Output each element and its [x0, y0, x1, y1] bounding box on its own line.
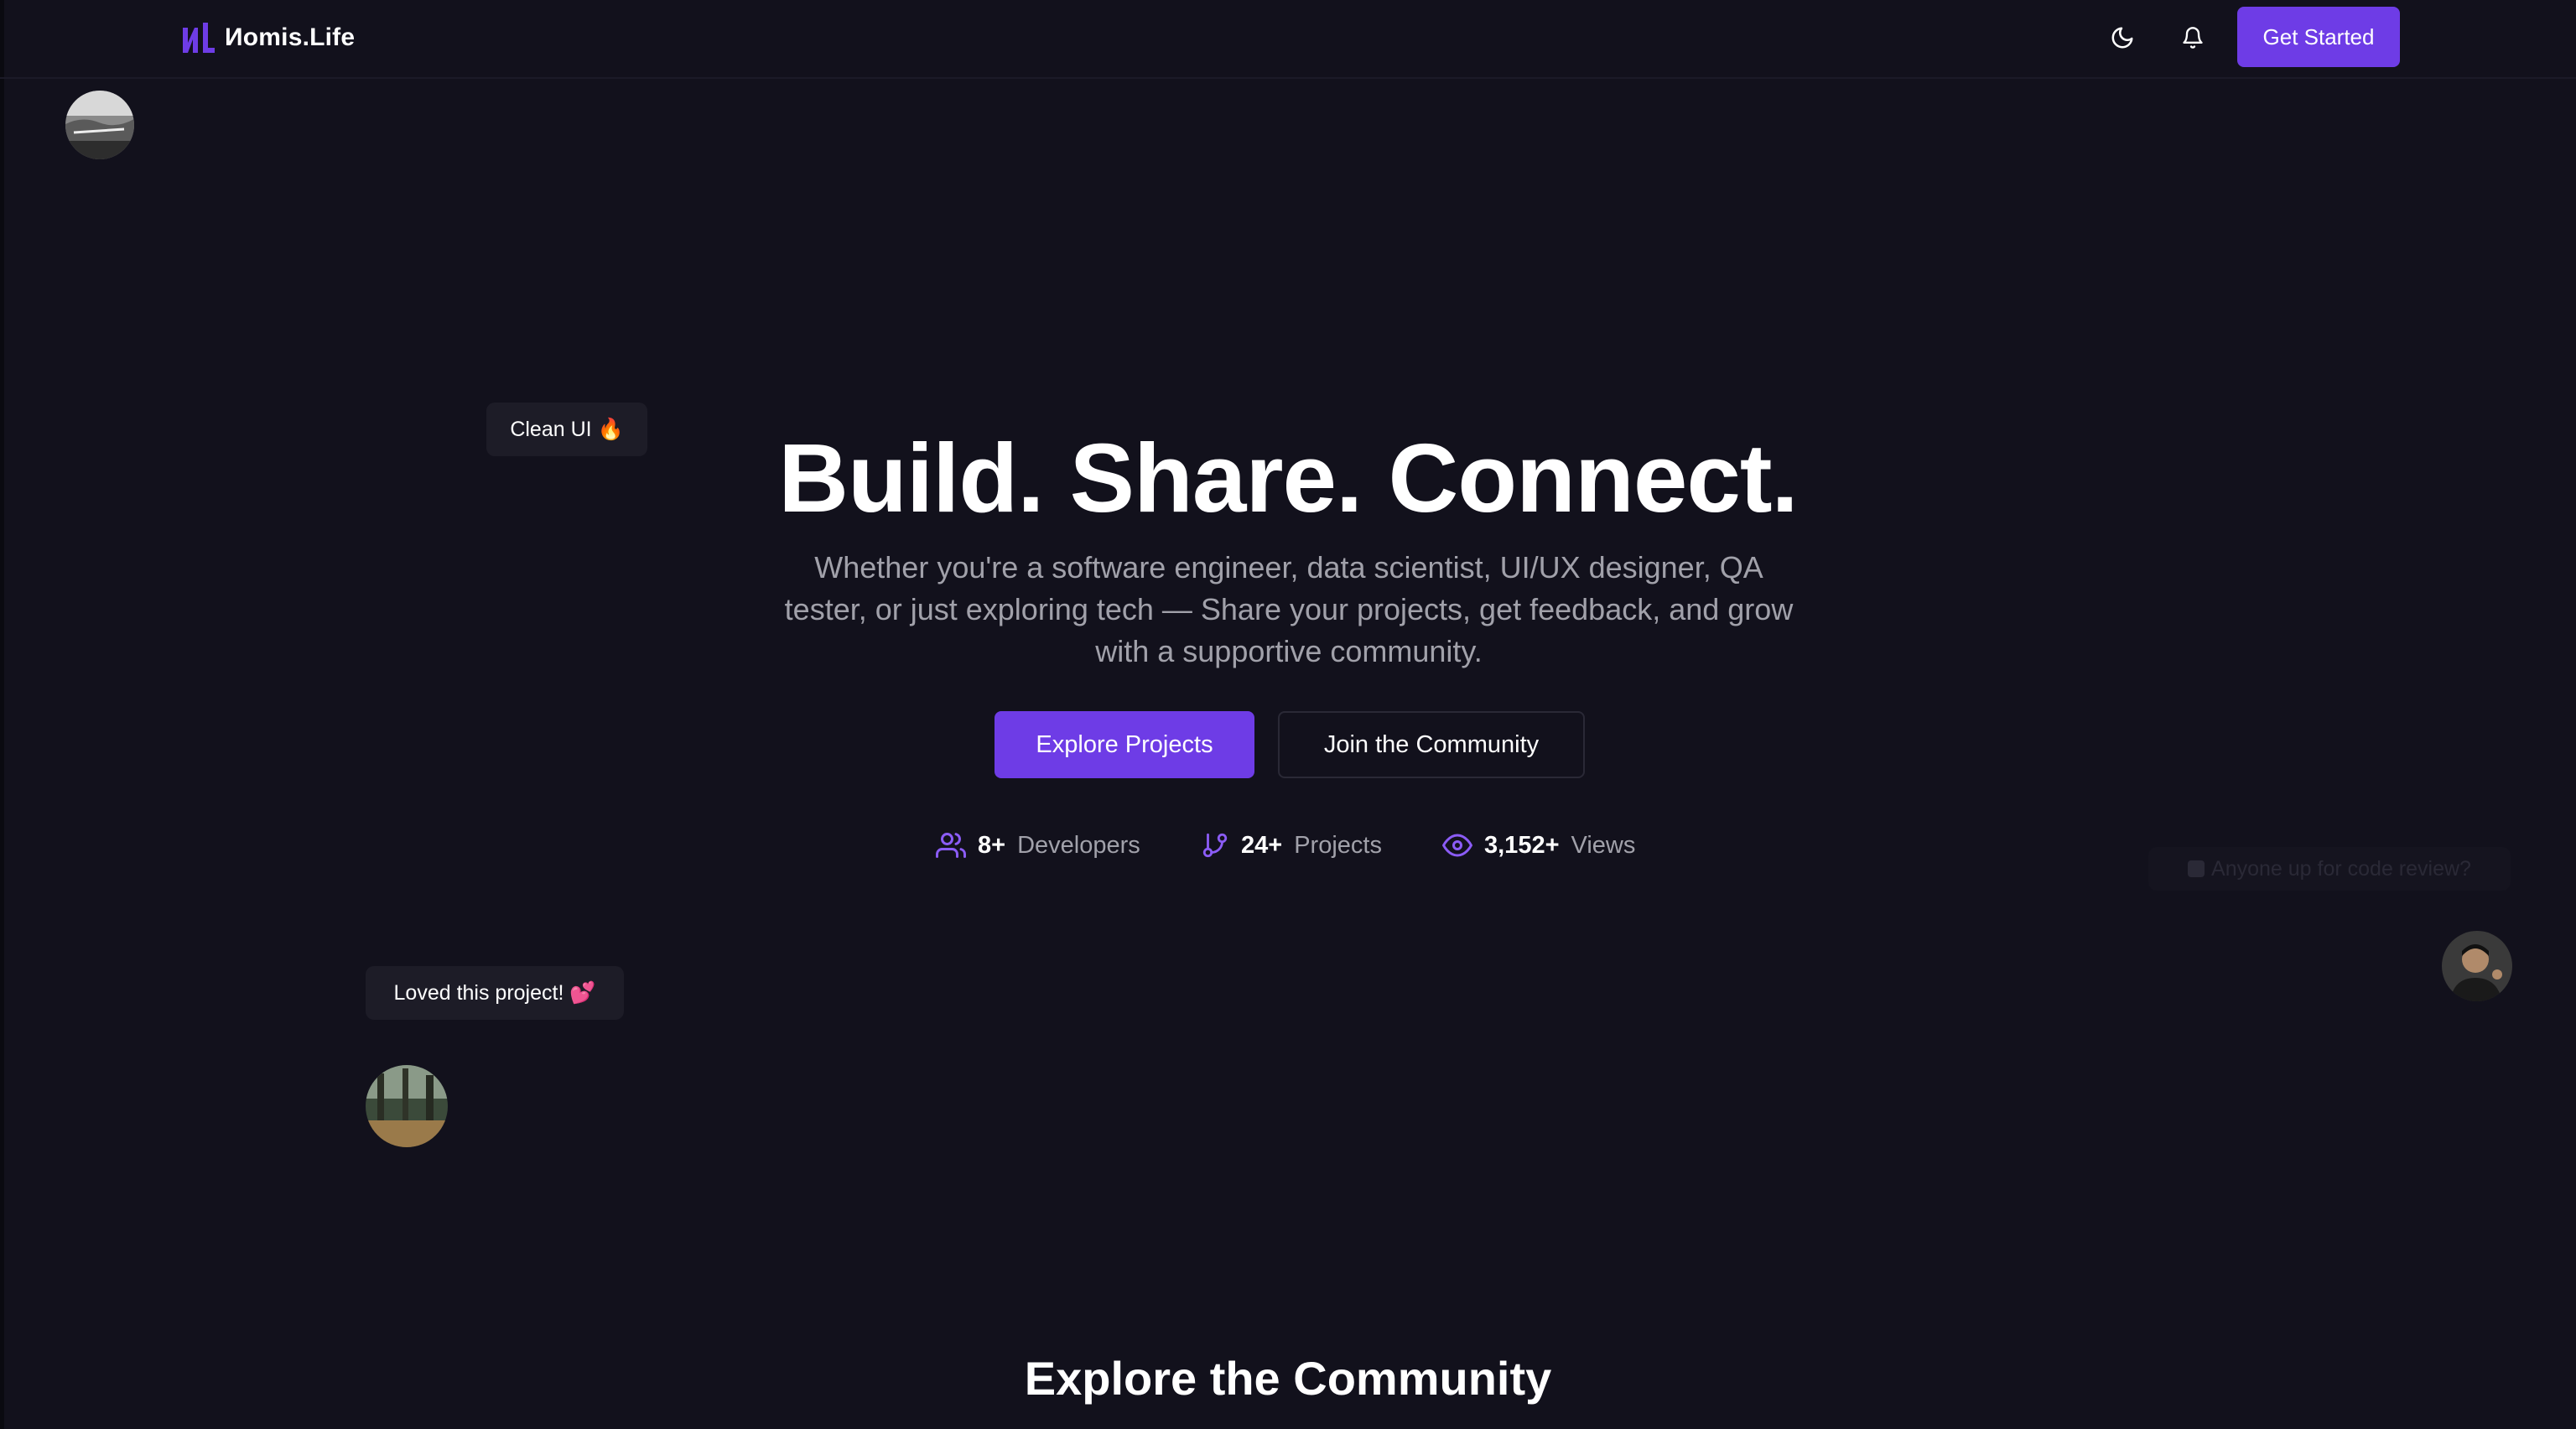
stat-label: Views [1571, 831, 1636, 859]
stat-value: 24+ [1241, 831, 1283, 859]
hero-title: Build. Share. Connect. [778, 424, 1798, 533]
join-community-button[interactable]: Join the Community [1278, 711, 1585, 778]
stat-label: Projects [1294, 831, 1382, 859]
logo-mark-icon [183, 23, 215, 53]
stat-developers: 8+ Developers [936, 827, 1140, 864]
explore-projects-button[interactable]: Explore Projects [995, 711, 1254, 778]
avatar [366, 1065, 448, 1147]
landing-page: Иomis.Life Get Started Clean UI 🔥 Loved … [0, 0, 2576, 1429]
window-edge [0, 0, 4, 1429]
brand-name: Иomis.Life [225, 23, 356, 51]
stat-value: 8+ [978, 831, 1006, 859]
avatar [65, 91, 134, 159]
avatar [2442, 931, 2512, 1001]
eye-icon [1442, 834, 1472, 857]
brand-logo[interactable]: Иomis.Life [179, 17, 355, 59]
get-started-button[interactable]: Get Started [2237, 7, 2400, 67]
notifications-button[interactable] [2175, 20, 2210, 55]
explore-community-heading: Explore the Community [1024, 1352, 1552, 1405]
stat-views: 3,152+ Views [1442, 827, 1635, 864]
git-branch-icon [1202, 833, 1228, 858]
stat-label: Developers [1017, 831, 1140, 859]
stat-projects: 24+ Projects [1201, 827, 1382, 864]
moon-icon [2111, 27, 2133, 49]
chat-bubble: Loved this project! 💕 [366, 966, 624, 1020]
hero-subtitle: Whether you're a software engineer, data… [784, 550, 1794, 668]
theme-toggle-button[interactable] [2105, 20, 2140, 55]
users-icon [936, 833, 966, 858]
bell-icon [2183, 27, 2203, 49]
chat-bubble-text: Anyone up for code review? [2211, 856, 2471, 881]
checkbox-icon [2188, 860, 2205, 877]
chat-bubble-faded: Anyone up for code review? [2148, 847, 2511, 891]
navbar: Иomis.Life Get Started [0, 0, 2576, 79]
stat-value: 3,152+ [1484, 831, 1560, 859]
